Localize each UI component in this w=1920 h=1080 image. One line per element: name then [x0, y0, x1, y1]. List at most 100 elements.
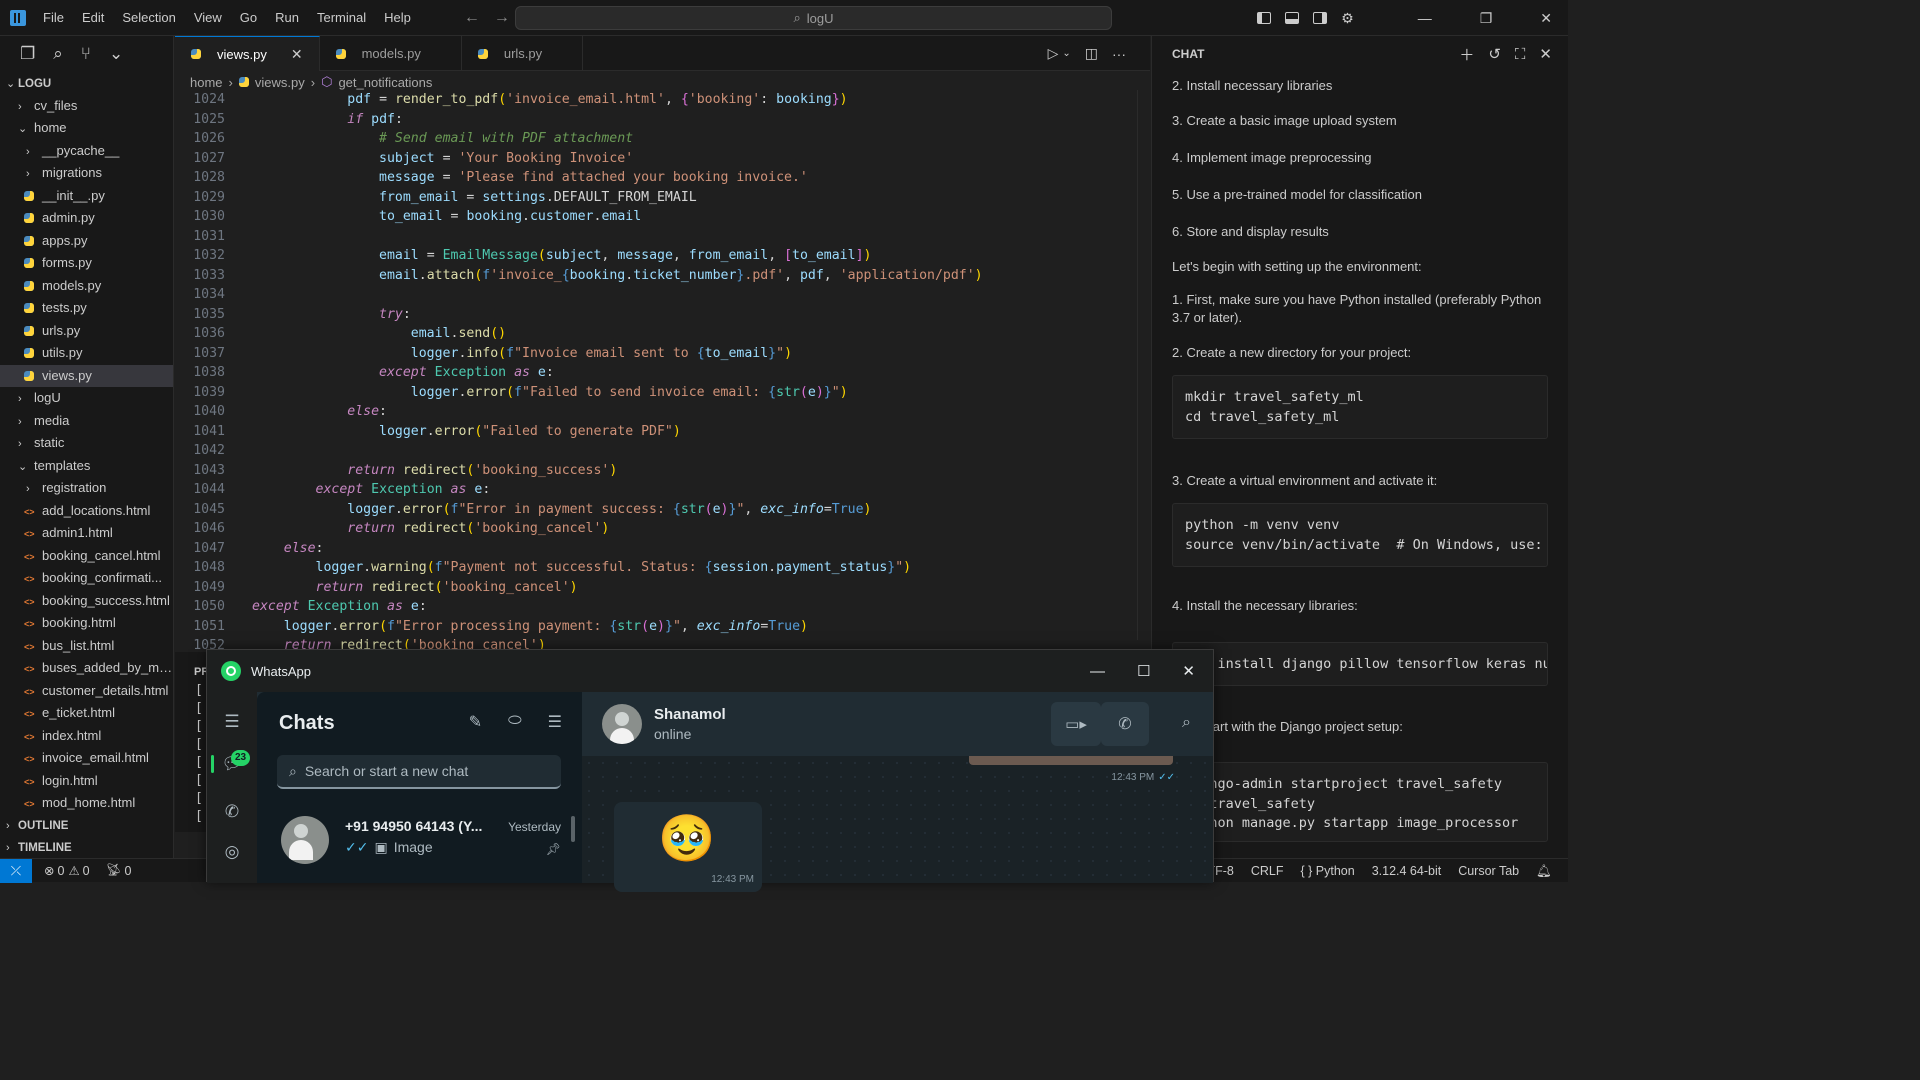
pin-icon[interactable]: 📌︎ [546, 842, 561, 856]
code-block[interactable]: python -m venv venv source venv/bin/acti… [1172, 503, 1548, 567]
tree-folder[interactable]: › static [0, 432, 173, 455]
tree-file[interactable]: utils.py [0, 342, 173, 365]
warning-icon[interactable]: ⚠ [68, 863, 79, 878]
emoji-message[interactable]: 🥹 12:43 PM [614, 802, 762, 892]
errors-icon[interactable]: ⊗ [44, 863, 54, 878]
remote-indicator-icon[interactable]: ⤫ [0, 858, 32, 883]
tab-models-py[interactable]: models.py [320, 36, 462, 71]
tree-file[interactable]: <> buses_added_by_mo... [0, 657, 173, 680]
tree-file[interactable]: <> mod_home.html [0, 792, 173, 815]
tree-folder[interactable]: › __pycache__ [0, 140, 173, 163]
breadcrumb-folder[interactable]: home [190, 75, 223, 90]
menu-go[interactable]: Go [231, 0, 266, 36]
tab-views-py[interactable]: views.py ✕ [175, 36, 320, 71]
close-panel-icon[interactable]: ✕ [1539, 45, 1552, 63]
toggle-primary-sidebar-icon[interactable] [1257, 12, 1272, 24]
run-python-icon[interactable]: ▷ [1048, 45, 1059, 62]
timeline-section[interactable]: › TIMELINE [0, 836, 174, 859]
error-count[interactable]: 0 [57, 864, 64, 878]
tree-file[interactable]: <> invoice_email.html [0, 747, 173, 770]
tab-urls-py[interactable]: urls.py [462, 36, 584, 71]
tree-folder[interactable]: › registration [0, 477, 173, 500]
menu-hamburger-icon[interactable]: ☰ [221, 712, 243, 734]
chevron-down-icon[interactable]: ⌄ [1062, 48, 1070, 59]
tree-file[interactable]: <> e_ticket.html [0, 702, 173, 725]
history-icon[interactable]: ↺ [1488, 45, 1501, 63]
explorer-root[interactable]: ⌄ LOGU [0, 72, 173, 95]
label-icon[interactable]: ⬭ [508, 712, 522, 732]
close-window-icon[interactable]: ✕ [1182, 662, 1195, 680]
tree-file[interactable]: forms.py [0, 252, 173, 275]
explorer-icon[interactable]: ❐ [20, 44, 35, 64]
warning-count[interactable]: 0 [83, 864, 90, 878]
tree-file[interactable]: views.py [0, 364, 173, 387]
tree-file[interactable]: <> bus_list.html [0, 635, 173, 658]
search-icon[interactable]: ⌕ [1182, 714, 1191, 732]
maximize-icon[interactable]: ☐ [1137, 662, 1150, 680]
panel-tab-problems[interactable]: PR [175, 652, 209, 678]
conversation-header[interactable]: Shanamol online ▭▸ ✆ ⌕ [582, 692, 1213, 756]
close-tab-icon[interactable]: ✕ [291, 46, 303, 63]
ports-icon[interactable]: 📡︎ [106, 863, 122, 878]
tree-file[interactable]: urls.py [0, 320, 173, 343]
tree-file[interactable]: <> index.html [0, 725, 173, 748]
tree-folder[interactable]: › logU [0, 387, 173, 410]
search-icon[interactable]: ⌕ [53, 44, 63, 64]
tree-folder[interactable]: ⌄ home [0, 117, 173, 140]
tree-file[interactable]: <> booking.html [0, 612, 173, 635]
source-control-icon[interactable]: ⑂ [81, 44, 91, 64]
tree-file[interactable]: __init__.py [0, 185, 173, 208]
list-scrollbar[interactable] [571, 816, 575, 842]
code-editor[interactable]: 1024 pdf = render_to_pdf('invoice_email.… [175, 90, 1140, 650]
new-chat-icon[interactable]: ✎ [469, 712, 482, 732]
tree-file[interactable]: <> admin1.html [0, 522, 173, 545]
code-block[interactable]: django-admin startproject travel_safety … [1172, 762, 1548, 842]
breadcrumb-file[interactable]: views.py [255, 75, 305, 90]
calls-icon[interactable]: ✆ [221, 802, 243, 824]
toggle-panel-icon[interactable] [1285, 12, 1300, 24]
minimize-icon[interactable]: — [1090, 663, 1105, 680]
tree-file[interactable]: <> booking_success.html [0, 590, 173, 613]
breadcrumb-symbol[interactable]: get_notifications [338, 75, 432, 90]
tree-file[interactable]: apps.py [0, 230, 173, 253]
command-center-search[interactable]: ⌕ logU [515, 6, 1112, 30]
split-editor-icon[interactable]: ◫ [1085, 45, 1098, 62]
tree-file[interactable]: <> add_locations.html [0, 500, 173, 523]
menu-run[interactable]: Run [266, 0, 308, 36]
voice-call-icon[interactable]: ✆ [1101, 702, 1149, 746]
video-call-icon[interactable]: ▭▸ [1051, 702, 1101, 746]
filter-icon[interactable]: ☰ [548, 712, 562, 732]
chat-list-item[interactable]: +91 94950 64143 (Y... Yesterday ✓✓ ▣ Ima… [257, 804, 575, 883]
ports-count[interactable]: 0 [124, 864, 131, 878]
tree-file[interactable]: admin.py [0, 207, 173, 230]
tree-file[interactable]: <> login.html [0, 770, 173, 793]
chevron-down-icon[interactable]: ⌄ [109, 44, 123, 64]
tree-folder[interactable]: › cv_files [0, 95, 173, 118]
settings-gear-icon[interactable]: ⚙ [1341, 10, 1354, 27]
language-mode[interactable]: { } Python [1300, 864, 1354, 878]
menu-terminal[interactable]: Terminal [308, 0, 375, 36]
tree-file[interactable]: tests.py [0, 297, 173, 320]
tree-folder[interactable]: › migrations [0, 162, 173, 185]
editor-scrollbar[interactable] [1137, 90, 1150, 640]
tree-file[interactable]: <> booking_cancel.html [0, 545, 173, 568]
cursor-tab[interactable]: Cursor Tab [1458, 864, 1519, 878]
menu-view[interactable]: View [185, 0, 231, 36]
end-of-line[interactable]: CRLF [1251, 864, 1284, 878]
restore-icon[interactable]: ❐ [1480, 10, 1493, 27]
notifications-bell-icon[interactable]: 🔔︎ [1536, 864, 1552, 879]
tree-file[interactable]: <> customer_details.html [0, 680, 173, 703]
code-block[interactable]: pip install django pillow tensorflow ker… [1172, 642, 1548, 686]
outline-section[interactable]: › OUTLINE [0, 814, 174, 837]
maximize-panel-icon[interactable]: ⛶ [1515, 46, 1526, 63]
tree-folder[interactable]: › media [0, 410, 173, 433]
menu-help[interactable]: Help [375, 0, 420, 36]
back-arrow-icon[interactable]: ← [464, 9, 480, 27]
menu-selection[interactable]: Selection [113, 0, 184, 36]
python-interpreter[interactable]: 3.12.4 64-bit [1372, 864, 1442, 878]
forward-arrow-icon[interactable]: → [494, 9, 510, 27]
toggle-secondary-sidebar-icon[interactable] [1313, 12, 1328, 24]
tree-folder[interactable]: ⌄ templates [0, 455, 173, 478]
menu-edit[interactable]: Edit [73, 0, 113, 36]
menu-file[interactable]: File [34, 0, 73, 36]
